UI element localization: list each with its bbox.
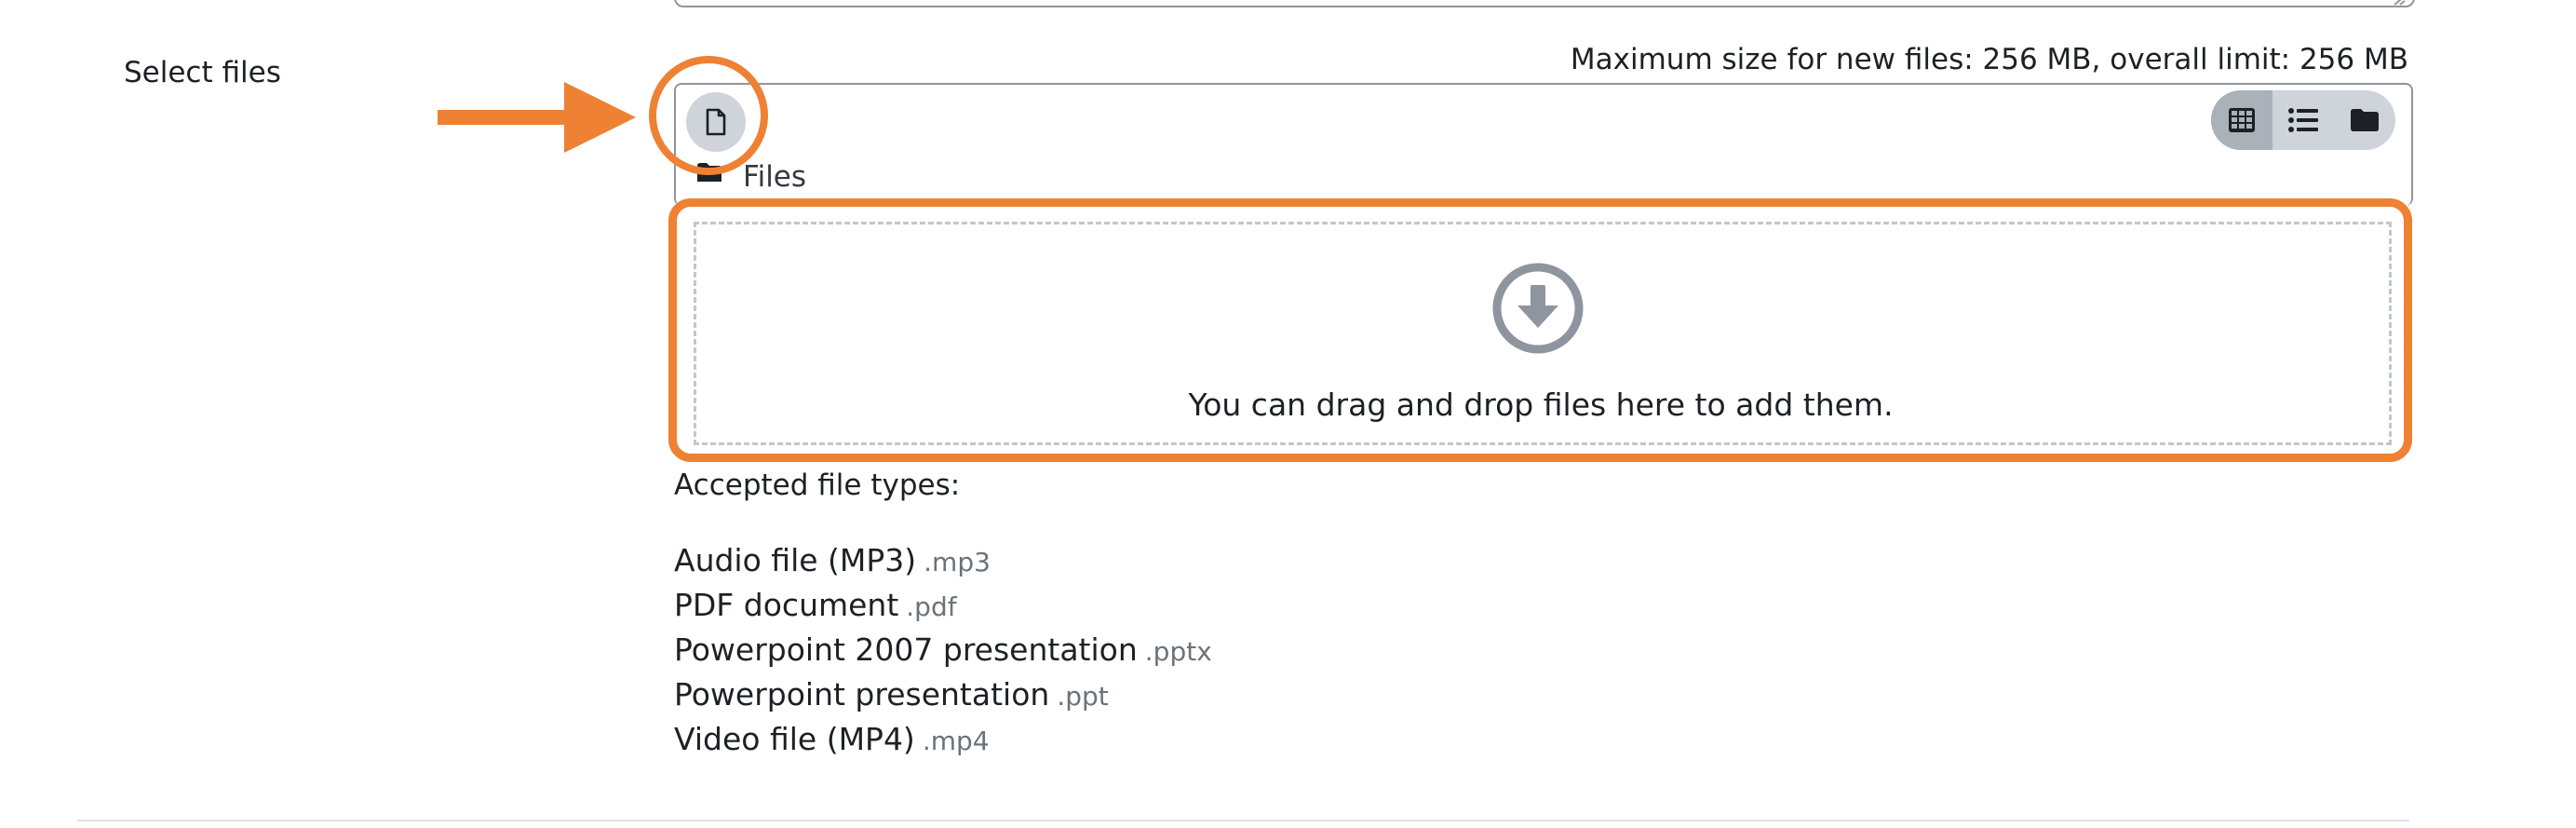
file-type-item: Audio file (MP3) .mp3 (674, 542, 991, 578)
view-mode-toggle (2211, 90, 2395, 150)
annotation-circle (649, 56, 768, 175)
file-type-item: Powerpoint presentation .ppt (674, 676, 1109, 713)
accepted-types-label: Accepted file types: (674, 468, 961, 502)
view-tree-button[interactable] (2334, 90, 2395, 150)
section-divider (77, 820, 2409, 821)
path-label: Files (743, 160, 807, 194)
annotation-highlight-box (668, 198, 2412, 462)
file-type-item: Video file (MP4) .mp4 (674, 721, 990, 757)
list-icon (2288, 108, 2318, 132)
file-manager (674, 83, 2413, 206)
file-type-item: PDF document .pdf (674, 587, 957, 623)
previous-textarea[interactable] (674, 0, 2415, 7)
file-type-item: Powerpoint 2007 presentation .pptx (674, 631, 1212, 668)
max-size-info: Maximum size for new files: 256 MB, over… (1570, 43, 2408, 76)
accepted-types-list: Audio file (MP3) .mp3 PDF document .pdf Po… (674, 542, 1212, 766)
select-files-label: Select files (124, 56, 281, 89)
grid-icon (2229, 108, 2255, 132)
view-icons-button[interactable] (2211, 90, 2273, 150)
view-list-button[interactable] (2273, 90, 2334, 150)
resize-grip-icon[interactable] (2393, 0, 2406, 6)
folder-icon (2351, 109, 2379, 131)
annotation-arrow-icon (438, 82, 636, 153)
